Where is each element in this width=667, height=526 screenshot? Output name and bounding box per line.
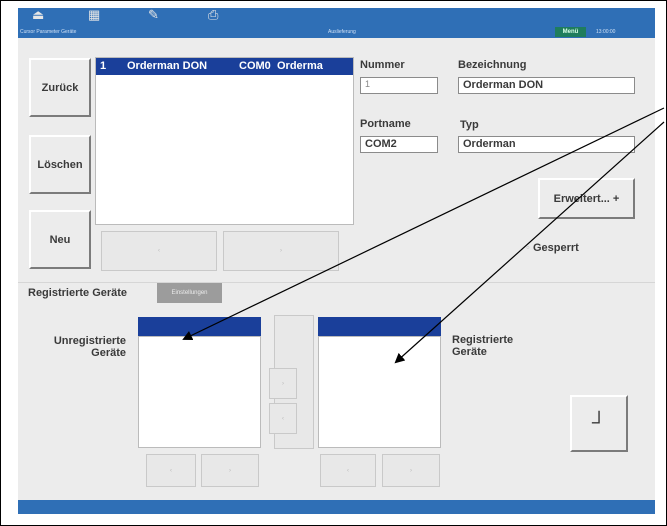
arrow-to-unregistered-list [182, 107, 665, 341]
annotation-arrows [182, 107, 665, 364]
arrow-to-registered-list [394, 121, 665, 364]
